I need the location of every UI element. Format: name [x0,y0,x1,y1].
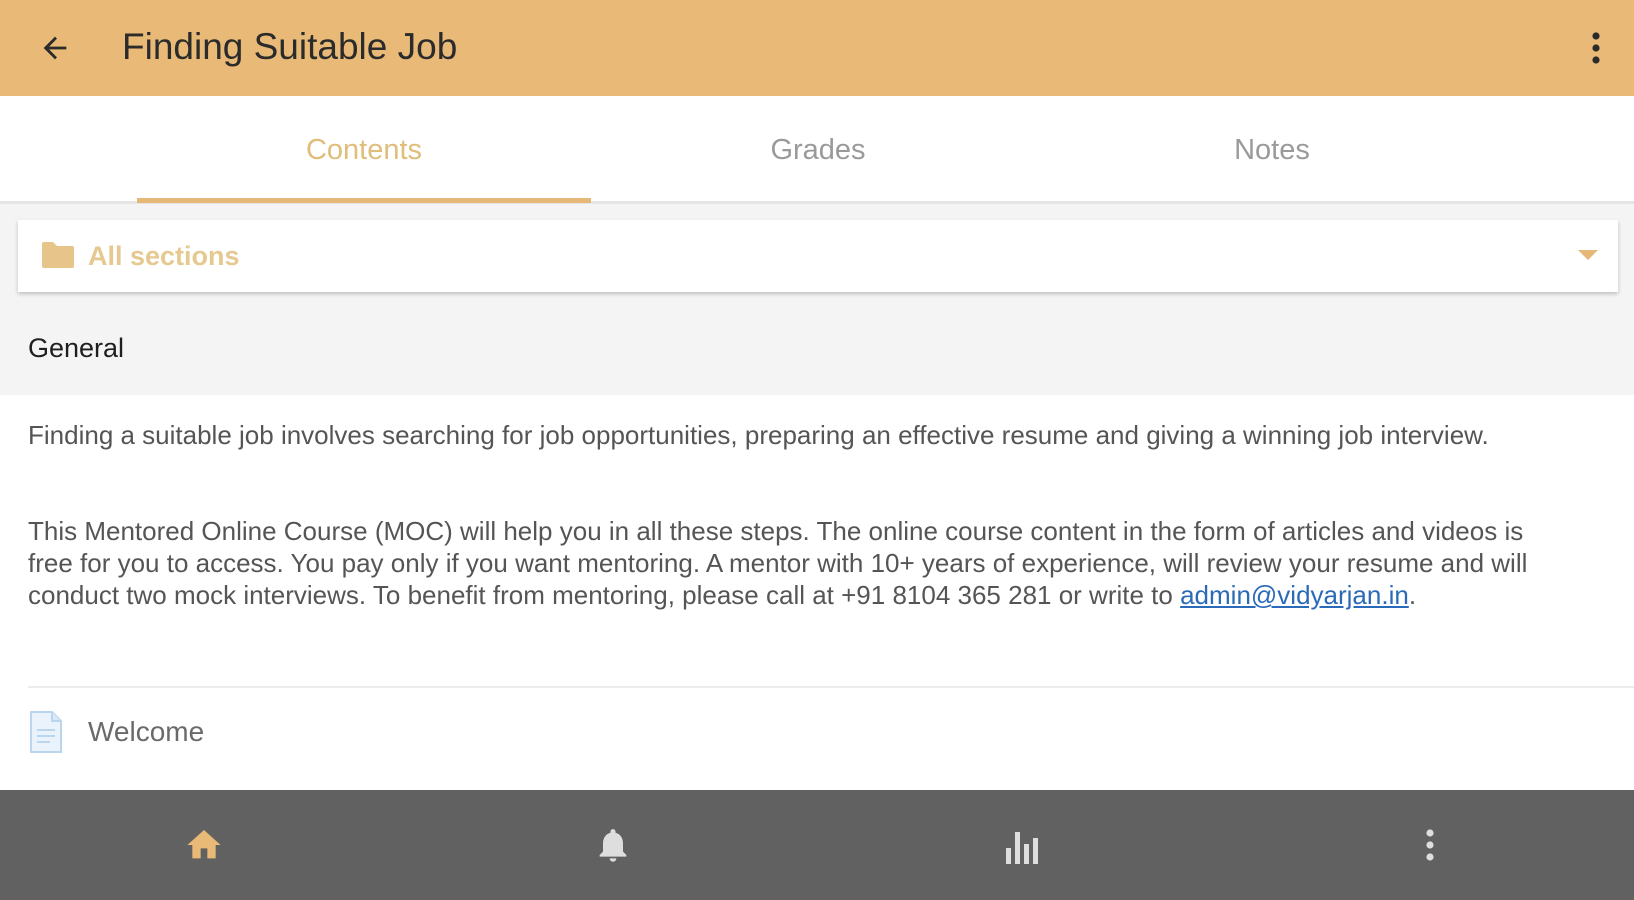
notifications-icon [599,829,627,862]
summary-paragraph-2: This Mentored Online Course (MOC) will h… [28,515,1528,611]
overflow-menu-button[interactable] [1576,23,1616,73]
page-icon [30,711,62,753]
tab-grades[interactable]: Grades [591,96,1045,204]
module-item-welcome[interactable]: Welcome [0,688,1634,790]
module-name: Welcome [88,716,205,747]
back-button[interactable] [30,23,80,73]
nav-home-button[interactable] [0,790,408,900]
more-vert-icon [1426,829,1434,861]
grades-chart-icon [1006,832,1038,864]
nav-notifications-button[interactable] [409,790,817,900]
top-app-bar: Finding Suitable Job [0,0,1634,96]
summary-paragraph-1: Finding a suitable job involves searchin… [28,420,1489,450]
bottom-navigation [0,790,1634,900]
arrow-back-icon [43,36,67,60]
section-selector[interactable]: All sections [18,220,1618,292]
chevron-down-icon [1578,250,1598,260]
nav-grades-button[interactable] [818,790,1226,900]
app-screen: Finding Suitable Job Contents Grades Not… [0,0,1634,900]
folder-icon [42,242,74,268]
nav-more-button[interactable] [1226,790,1634,900]
section-header: General [0,305,1634,395]
section-name: General [28,333,125,363]
tab-notes[interactable]: Notes [1045,96,1499,204]
home-icon [187,830,221,859]
active-tab-indicator [137,198,591,203]
more-vert-icon [1592,32,1600,64]
summary-paragraph-2-suffix: . [1408,580,1417,610]
email-link[interactable]: admin@vidyarjan.in [1180,580,1409,610]
tab-contents[interactable]: Contents [137,96,591,204]
course-tabs: Contents Grades Notes [0,96,1634,204]
section-selector-label: All sections [88,241,240,271]
page-title: Finding Suitable Job [122,26,458,67]
